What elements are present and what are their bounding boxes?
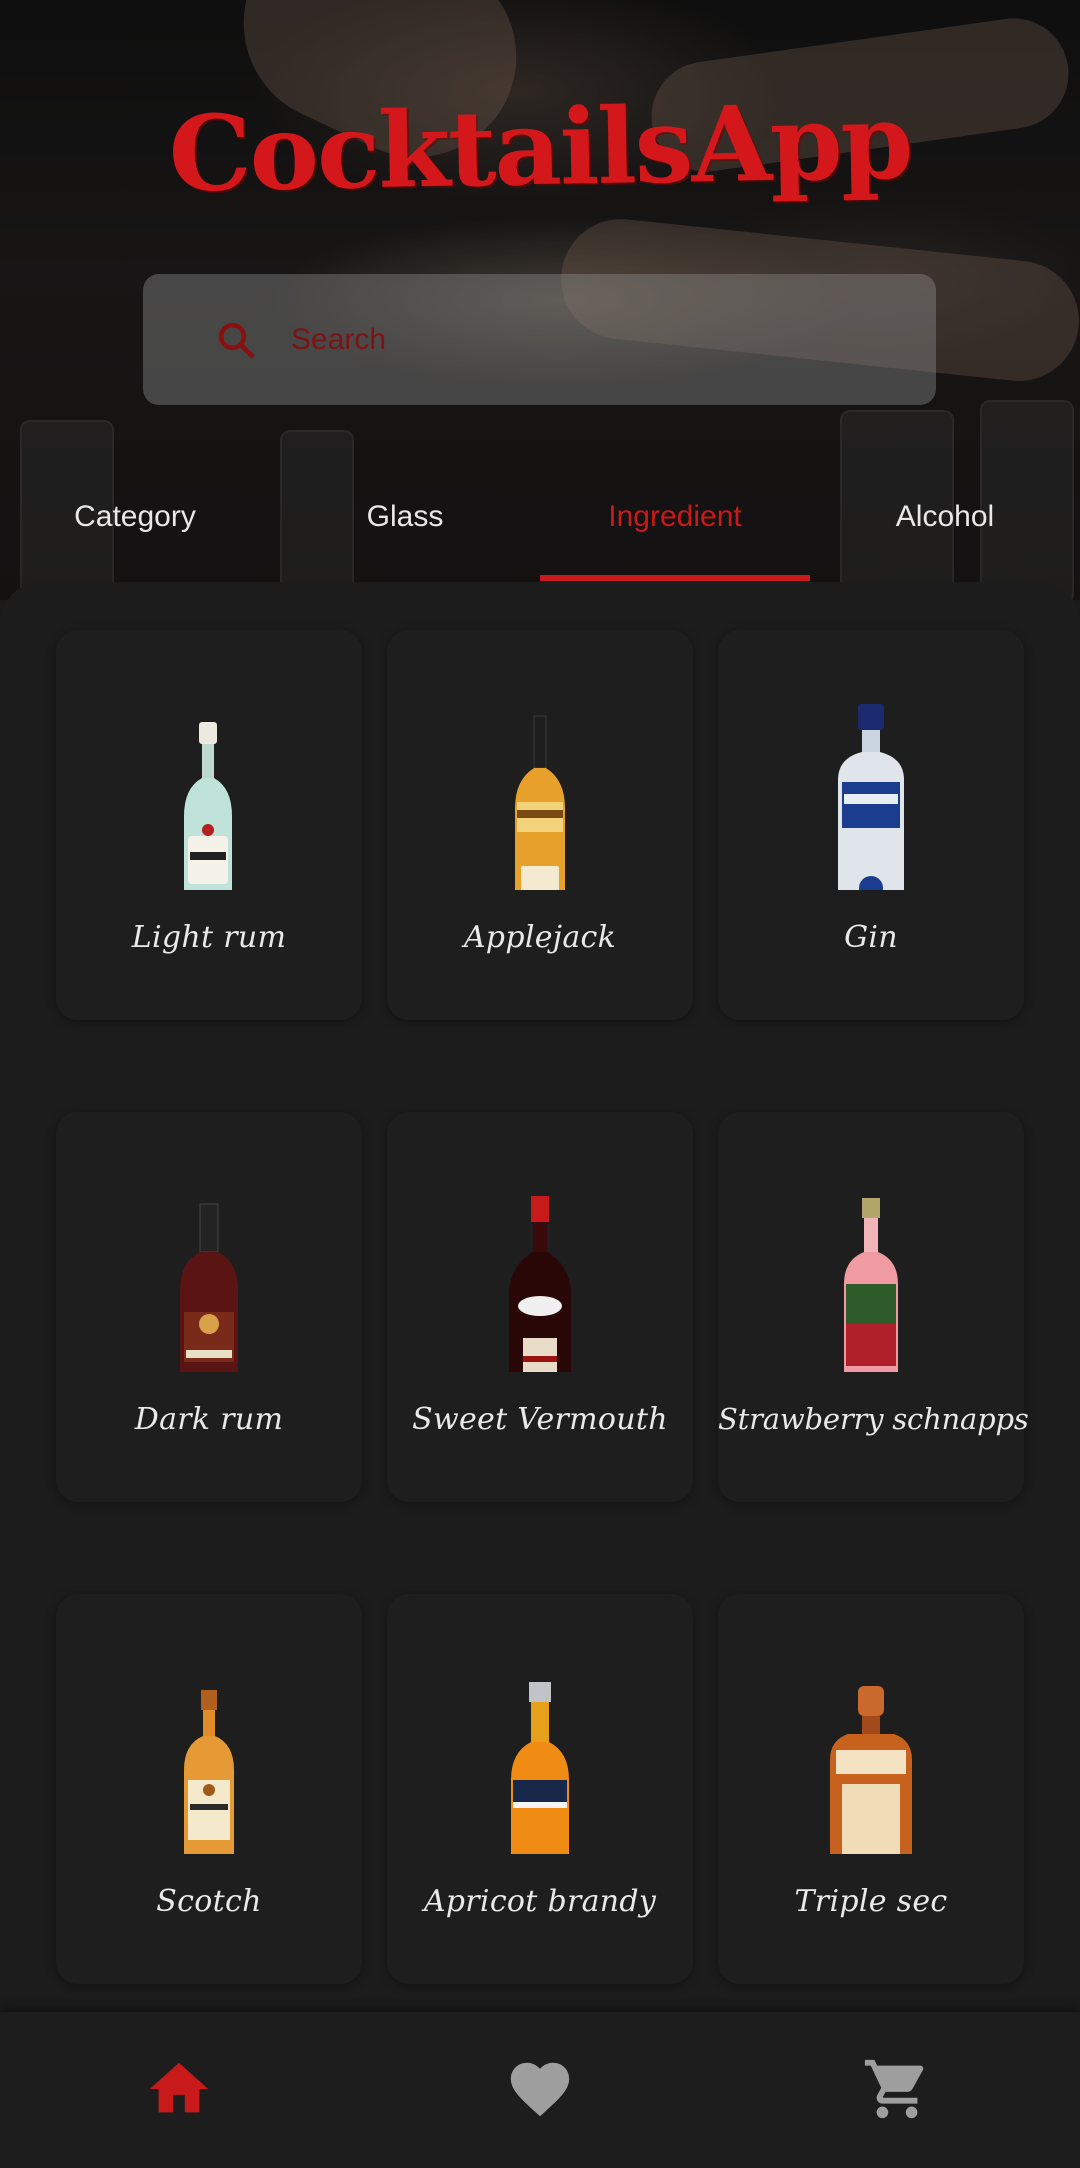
active-tab-indicator xyxy=(540,575,810,581)
tab-bar: Category Glass Ingredient Alcohol xyxy=(0,482,1080,582)
search-input[interactable] xyxy=(289,321,893,358)
ingredient-card[interactable]: Triple sec xyxy=(718,1594,1024,1984)
pink-bottle-icon xyxy=(844,1198,898,1372)
tab-category[interactable]: Category xyxy=(30,482,240,582)
ingredient-card[interactable]: Scotch xyxy=(56,1594,362,1984)
ingredient-card[interactable]: Gin xyxy=(718,630,1024,1020)
app-title: CocktailsApp xyxy=(167,79,913,216)
tab-ingredient[interactable]: Ingredient xyxy=(570,482,780,582)
tab-glass[interactable]: Glass xyxy=(300,482,510,582)
ingredient-name: Sweet Vermouth xyxy=(412,1402,668,1437)
ingredient-name: Strawberry schnapps xyxy=(718,1402,1029,1436)
clear-rum-bottle-icon xyxy=(184,722,232,890)
clear-gin-bottle-icon xyxy=(838,704,904,890)
ingredient-name: Applejack xyxy=(463,920,617,955)
ingredient-name: Light rum xyxy=(131,920,287,955)
square-orange-bottle-icon xyxy=(830,1686,912,1854)
ingredient-card[interactable]: Applejack xyxy=(387,630,693,1020)
home-icon[interactable] xyxy=(144,2054,214,2124)
ingredient-name: Triple sec xyxy=(794,1884,948,1919)
amber-bottle-icon xyxy=(515,715,565,890)
ingredient-grid: Light rum Applejack Gin Dark rum Sweet V… xyxy=(0,582,1080,2012)
bottom-navigation xyxy=(0,2012,1080,2168)
dark-vermouth-bottle-icon xyxy=(509,1196,571,1372)
ingredient-name: Scotch xyxy=(156,1884,262,1919)
cart-icon[interactable] xyxy=(862,2054,932,2124)
search-bar[interactable] xyxy=(143,274,936,405)
ingredient-card[interactable]: Sweet Vermouth xyxy=(387,1112,693,1502)
dark-red-bottle-icon xyxy=(180,1203,238,1372)
ingredient-card[interactable]: Strawberry schnapps xyxy=(718,1112,1029,1502)
search-icon xyxy=(218,322,255,358)
ingredient-card[interactable]: Dark rum xyxy=(56,1112,362,1502)
ingredient-name: Apricot brandy xyxy=(423,1884,657,1919)
ingredient-card[interactable]: Light rum xyxy=(56,630,362,1020)
heart-icon[interactable] xyxy=(505,2054,575,2124)
tab-alcohol[interactable]: Alcohol xyxy=(840,482,1050,582)
ingredient-card[interactable]: Apricot brandy xyxy=(387,1594,693,1984)
ingredient-name: Dark rum xyxy=(134,1402,284,1437)
whisky-bottle-icon xyxy=(184,1690,234,1854)
ingredient-name: Gin xyxy=(844,920,898,955)
orange-bottle-icon xyxy=(511,1682,569,1854)
